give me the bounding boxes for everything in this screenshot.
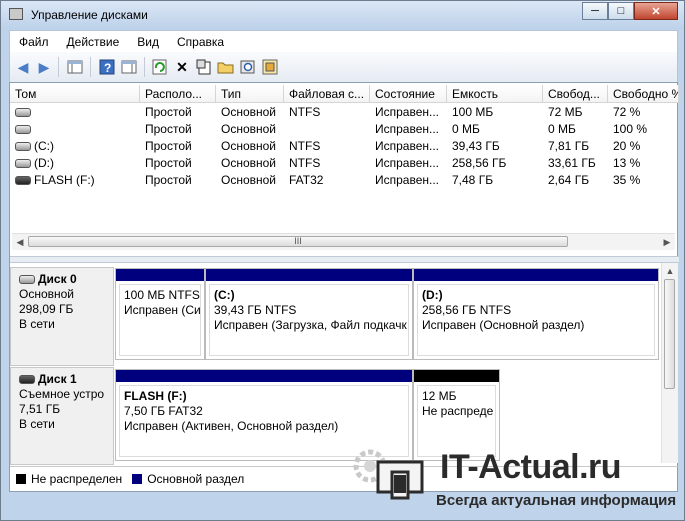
drive-icon <box>15 159 31 169</box>
search-disk-icon[interactable] <box>239 58 257 76</box>
open-folder-icon[interactable] <box>217 58 235 76</box>
menu-help[interactable]: Справка <box>168 35 233 49</box>
site-watermark: IT-Actual.ru Всегда актуальная информаци… <box>338 436 678 516</box>
volume-row[interactable]: FLASH (F:) Простой Основной FAT32 Исправ… <box>10 172 679 189</box>
volume-row[interactable]: Простой Основной Исправен... 0 МБ 0 МБ 1… <box>10 121 679 138</box>
partition-d[interactable]: (D:) 258,56 ГБ NTFS Исправен (Основной р… <box>413 268 659 360</box>
pane-splitter[interactable] <box>10 256 679 263</box>
column-header-capacity[interactable]: Емкость <box>447 85 543 103</box>
scroll-right-icon[interactable]: ▶ <box>659 234 675 250</box>
forward-arrow-icon[interactable]: ▶ <box>35 58 53 76</box>
column-header-layout[interactable]: Располо... <box>140 85 216 103</box>
horizontal-scrollbar[interactable]: ◀ III ▶ <box>12 233 675 250</box>
legend-primary-partition: Основной раздел <box>132 472 244 486</box>
column-header-status[interactable]: Состояние <box>370 85 447 103</box>
watermark-brand: IT-Actual.ru <box>440 448 622 486</box>
menu-file[interactable]: Файл <box>10 35 58 49</box>
toolbar: ◀ ▶ ? ✕ <box>9 52 678 82</box>
scroll-thumb[interactable] <box>664 279 675 389</box>
close-button[interactable]: ✕ <box>634 2 678 20</box>
it-actual-logo-icon <box>353 449 424 500</box>
scroll-up-icon[interactable]: ▲ <box>662 263 678 279</box>
usb-drive-icon <box>19 375 35 385</box>
column-header-type[interactable]: Тип <box>216 85 284 103</box>
legend-unallocated: Не распределен <box>16 472 122 486</box>
console-tree-icon[interactable] <box>120 58 138 76</box>
column-header-volume[interactable]: Том <box>10 85 140 103</box>
menu-view[interactable]: Вид <box>128 35 168 49</box>
main-content: Том Располо... Тип Файловая с... Состоян… <box>9 82 679 492</box>
column-header-free-percent[interactable]: Свободно % <box>608 85 679 103</box>
usb-drive-icon <box>15 176 31 186</box>
back-arrow-icon[interactable]: ◀ <box>14 58 32 76</box>
scroll-thumb[interactable]: III <box>28 236 568 247</box>
volume-list-header: Том Располо... Тип Файловая с... Состоян… <box>10 85 679 103</box>
volume-row[interactable]: (C:) Простой Основной NTFS Исправен... 3… <box>10 138 679 155</box>
menu-bar: Файл Действие Вид Справка <box>9 30 678 52</box>
refresh-icon[interactable] <box>151 58 169 76</box>
properties-pane-icon[interactable] <box>66 58 84 76</box>
properties-icon[interactable] <box>195 58 213 76</box>
delete-icon[interactable]: ✕ <box>173 58 191 76</box>
export-icon[interactable] <box>261 58 279 76</box>
drive-icon <box>15 125 31 135</box>
disk-0-label[interactable]: Диск 0 Основной 298,09 ГБ В сети <box>10 267 114 366</box>
menu-action[interactable]: Действие <box>58 35 129 49</box>
disk-icon <box>19 275 35 285</box>
window-title: Управление дисками <box>31 8 148 22</box>
drive-icon <box>15 142 31 152</box>
drive-icon <box>15 108 31 118</box>
app-icon <box>9 8 23 20</box>
partition-c[interactable]: (C:) 39,43 ГБ NTFS Исправен (Загрузка, Ф… <box>205 268 413 360</box>
disk-1-label[interactable]: Диск 1 Съемное устро 7,51 ГБ В сети <box>10 367 114 465</box>
volume-row[interactable]: (D:) Простой Основной NTFS Исправен... 2… <box>10 155 679 172</box>
minimize-button[interactable]: ─ <box>582 2 608 20</box>
scroll-left-icon[interactable]: ◀ <box>12 234 28 250</box>
svg-text:?: ? <box>104 61 111 75</box>
volume-row[interactable]: Простой Основной NTFS Исправен... 100 МБ… <box>10 104 679 121</box>
disk-management-window: Управление дисками ─ □ ✕ Файл Действие В… <box>0 0 685 521</box>
partition-system-reserved[interactable]: 100 МБ NTFS Исправен (Си <box>115 268 205 360</box>
watermark-tagline: Всегда актуальная информация <box>436 492 677 509</box>
column-header-filesystem[interactable]: Файловая с... <box>284 85 370 103</box>
help-icon[interactable]: ? <box>98 58 116 76</box>
column-header-free[interactable]: Свобод... <box>543 85 608 103</box>
maximize-button[interactable]: □ <box>608 2 634 20</box>
vertical-scrollbar[interactable]: ▲ <box>661 263 678 463</box>
title-bar[interactable]: Управление дисками ─ □ ✕ <box>1 1 684 29</box>
